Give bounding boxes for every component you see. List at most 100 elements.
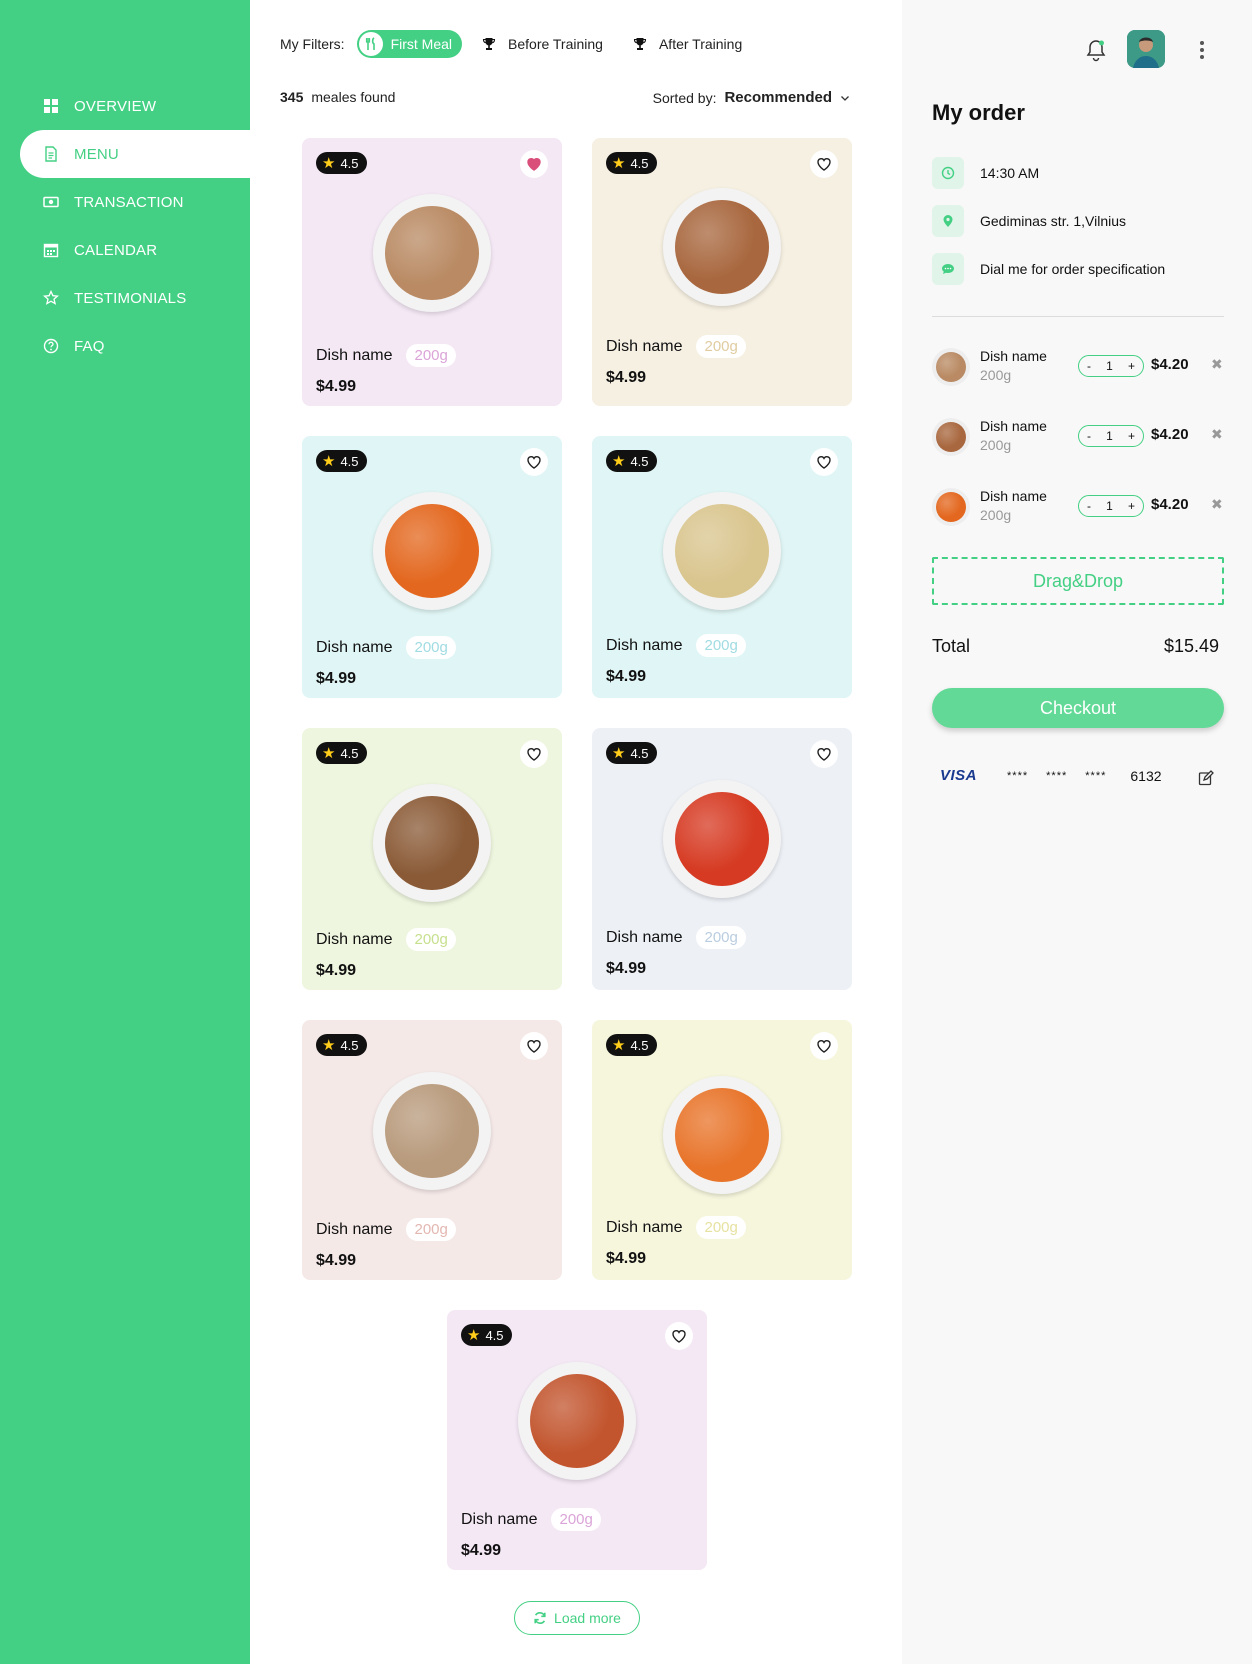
bell-icon[interactable] xyxy=(1085,38,1107,62)
meal-card[interactable]: ★ 4.5 Dish name 200g $4.99 xyxy=(592,728,852,990)
order-item: Dish name 200g - 1 + $4.20 ✖ xyxy=(932,346,1224,390)
dish-name: Dish name xyxy=(606,928,683,946)
dish-food xyxy=(936,352,966,382)
remove-item-button[interactable]: ✖ xyxy=(1211,426,1223,443)
delivery-time[interactable]: 14:30 AM xyxy=(932,157,1039,189)
dish-name: Dish name xyxy=(606,337,683,355)
sidebar-item-calendar[interactable]: CALENDAR xyxy=(0,226,250,274)
favorite-button[interactable] xyxy=(810,740,838,768)
order-item-name: Dish name xyxy=(980,488,1047,504)
rating-value: 4.5 xyxy=(630,745,649,761)
dish-weight: 200g xyxy=(406,344,456,367)
sidebar-item-faq[interactable]: FAQ xyxy=(0,322,250,370)
sidebar-item-label: FAQ xyxy=(74,337,105,355)
remove-item-button[interactable]: ✖ xyxy=(1211,356,1223,373)
dish-name: Dish name xyxy=(316,930,393,948)
checkout-button[interactable]: Checkout xyxy=(932,688,1224,728)
rating-badge: ★ 4.5 xyxy=(316,1034,367,1056)
delivery-address-value: Gediminas str. 1,Vilnius xyxy=(980,213,1127,229)
dish-price: $4.99 xyxy=(316,1252,357,1269)
favorite-button[interactable] xyxy=(520,150,548,178)
dish-food xyxy=(675,504,769,598)
favorite-button[interactable] xyxy=(520,1032,548,1060)
quantity-stepper: - 1 + xyxy=(1078,495,1144,517)
dish-info: Dish name 200g xyxy=(606,926,746,949)
favorite-button[interactable] xyxy=(520,740,548,768)
heart-icon xyxy=(527,456,541,469)
meal-card[interactable]: ★ 4.5 Dish name 200g $4.99 xyxy=(592,1020,852,1280)
dish-image xyxy=(663,1076,781,1194)
quantity-stepper: - 1 + xyxy=(1078,355,1144,377)
dish-food xyxy=(385,796,479,890)
filter-chip-before-training[interactable]: Before Training xyxy=(480,30,613,58)
favorite-button[interactable] xyxy=(810,150,838,178)
favorite-button[interactable] xyxy=(810,448,838,476)
dish-name: Dish name xyxy=(316,1220,393,1238)
meal-card[interactable]: ★ 4.5 Dish name 200g $4.99 xyxy=(302,1020,562,1280)
order-item: Dish name 200g - 1 + $4.20 ✖ xyxy=(932,416,1224,460)
increment-button[interactable]: + xyxy=(1128,499,1135,513)
rating-badge: ★ 4.5 xyxy=(606,742,657,764)
order-item-weight: 200g xyxy=(980,437,1012,453)
favorite-button[interactable] xyxy=(665,1322,693,1350)
filter-chip-after-training[interactable]: After Training xyxy=(631,30,752,58)
sidebar-item-label: MENU xyxy=(74,145,119,163)
avatar[interactable] xyxy=(1127,30,1165,68)
sort-label: Sorted by: xyxy=(652,89,717,106)
dish-image xyxy=(373,1072,491,1190)
rating-badge: ★ 4.5 xyxy=(606,152,657,174)
star-icon: ★ xyxy=(322,744,336,762)
dish-weight: 200g xyxy=(406,928,456,951)
sidebar-item-testimonials[interactable]: TESTIMONIALS xyxy=(0,274,250,322)
sidebar-item-overview[interactable]: OVERVIEW xyxy=(0,82,250,130)
dish-weight: 200g xyxy=(696,1216,746,1239)
order-note[interactable]: Dial me for order specification xyxy=(932,253,1165,285)
quantity-value: 1 xyxy=(1106,499,1113,513)
dish-image xyxy=(373,784,491,902)
results-count: 345 meales found xyxy=(280,89,395,105)
total-value: $15.49 xyxy=(1164,636,1220,656)
remove-item-button[interactable]: ✖ xyxy=(1211,496,1223,513)
load-more-button[interactable]: Load more xyxy=(514,1601,640,1635)
meal-card[interactable]: ★ 4.5 Dish name 200g $4.99 xyxy=(592,436,852,698)
cutlery-icon xyxy=(358,32,383,56)
favorite-button[interactable] xyxy=(520,448,548,476)
decrement-button[interactable]: - xyxy=(1087,429,1091,443)
dish-food xyxy=(675,1088,769,1182)
dish-weight: 200g xyxy=(551,1508,601,1531)
drag-drop-zone[interactable]: Drag&Drop xyxy=(932,557,1224,605)
dish-info: Dish name 200g xyxy=(316,344,456,367)
heart-icon xyxy=(527,748,541,761)
increment-button[interactable]: + xyxy=(1128,429,1135,443)
filter-chip-first-meal[interactable]: First Meal xyxy=(356,30,463,58)
sidebar-item-menu[interactable]: MENU xyxy=(20,130,250,178)
card-mask: **** xyxy=(1046,769,1068,782)
more-options-icon[interactable] xyxy=(1199,40,1205,60)
load-more-label: Load more xyxy=(554,1610,621,1626)
dish-food xyxy=(385,1084,479,1178)
decrement-button[interactable]: - xyxy=(1087,499,1091,513)
meal-card[interactable]: ★ 4.5 Dish name 200g $4.99 xyxy=(302,138,562,406)
divider xyxy=(932,316,1224,317)
payment-card: VISA **** **** **** 6132 xyxy=(940,767,1162,784)
dish-image xyxy=(518,1362,636,1480)
meal-card[interactable]: ★ 4.5 Dish name 200g $4.99 xyxy=(447,1310,707,1570)
sidebar-item-transaction[interactable]: TRANSACTION xyxy=(0,178,250,226)
decrement-button[interactable]: - xyxy=(1087,359,1091,373)
dish-name: Dish name xyxy=(461,1510,538,1528)
dish-name: Dish name xyxy=(606,636,683,654)
filter-chip-label: Before Training xyxy=(508,36,603,52)
rating-value: 4.5 xyxy=(340,1037,359,1053)
increment-button[interactable]: + xyxy=(1128,359,1135,373)
sort-dropdown[interactable]: Sorted by: Recommended xyxy=(653,89,850,106)
edit-icon[interactable] xyxy=(1198,770,1214,786)
meal-card[interactable]: ★ 4.5 Dish name 200g $4.99 xyxy=(592,138,852,406)
dish-price: $4.99 xyxy=(606,668,647,685)
delivery-address[interactable]: Gediminas str. 1,Vilnius xyxy=(932,205,1126,237)
order-item-weight: 200g xyxy=(980,367,1012,383)
meal-card[interactable]: ★ 4.5 Dish name 200g $4.99 xyxy=(302,728,562,990)
favorite-button[interactable] xyxy=(810,1032,838,1060)
meal-card[interactable]: ★ 4.5 Dish name 200g $4.99 xyxy=(302,436,562,698)
dish-food xyxy=(530,1374,624,1468)
dish-weight: 200g xyxy=(696,926,746,949)
